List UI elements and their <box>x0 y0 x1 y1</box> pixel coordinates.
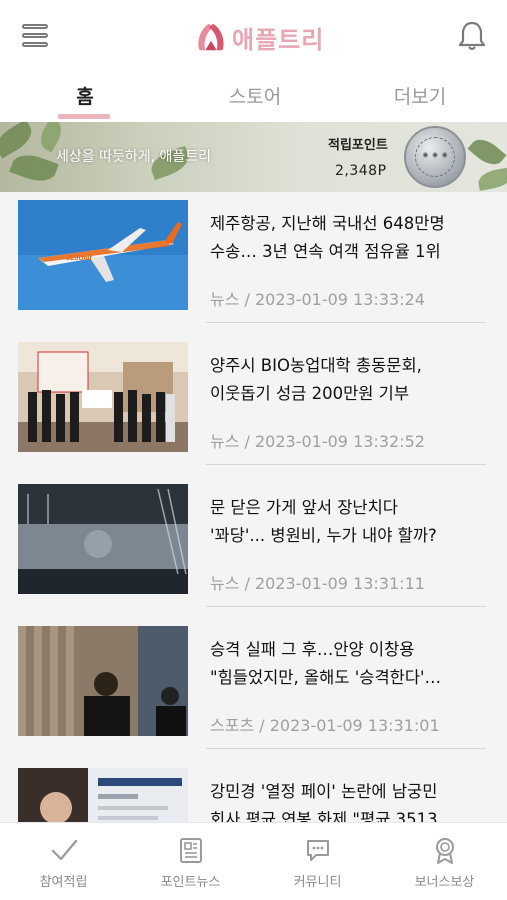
svg-text:JEJUair: JEJUair <box>66 255 92 262</box>
news-title: 강민경 '열정 페이' 논란에 남궁민 회사 평균 연봉 화제 "평균 3513… <box>210 778 495 822</box>
news-thumbnail: JEJUair <box>18 200 188 310</box>
news-item[interactable]: JEJUair 제주항공, 지난해 국내선 648만명 수송… 3년 연속 여객… <box>0 192 507 334</box>
tab-store[interactable]: 스토어 <box>210 82 300 109</box>
news-title-line: 수송… 3년 연속 여객 점유율 1위 <box>210 242 441 261</box>
divider <box>206 748 486 749</box>
tab-more[interactable]: 더보기 <box>375 82 465 109</box>
apple-tree-logo-icon <box>198 23 224 51</box>
coin-icon: ◉ ◉ ◉ <box>404 126 466 188</box>
nav-participation[interactable]: 참여적립 <box>0 823 127 900</box>
news-list: JEJUair 제주항공, 지난해 국내선 648만명 수송… 3년 연속 여객… <box>0 192 507 822</box>
points-label: 적립포인트 <box>328 138 388 153</box>
nav-label: 포인트뉴스 <box>160 875 221 890</box>
news-meta: 스포츠 / 2023-01-09 13:31:01 <box>210 716 440 735</box>
leaf-decoration <box>467 133 507 171</box>
news-title-line: '꽈당'... 병원비, 누가 내야 할까? <box>210 526 437 545</box>
news-thumbnail <box>18 768 188 822</box>
news-meta: 뉴스 / 2023-01-09 13:33:24 <box>210 290 425 309</box>
award-badge-icon <box>436 838 454 864</box>
nav-label: 참여적립 <box>39 875 88 890</box>
points-banner[interactable]: 세상을 따듯하게, 애플트리 적립포인트 2,348P ◉ ◉ ◉ <box>0 122 507 192</box>
leaf-decoration <box>9 149 59 187</box>
news-title-line: 회사 평균 연봉 화제 "평균 3513… <box>210 810 455 822</box>
hamburger-menu-icon[interactable] <box>18 22 52 50</box>
news-title: 문 닫은 가게 앞서 장난치다 '꽈당'... 병원비, 누가 내야 할까? <box>210 494 495 550</box>
active-tab-indicator <box>58 114 110 119</box>
points-value: 2,348P <box>335 163 387 179</box>
bell-icon[interactable] <box>457 20 487 52</box>
news-thumbnail <box>18 342 188 452</box>
news-meta: 뉴스 / 2023-01-09 13:32:52 <box>210 432 425 451</box>
banner-slogan: 세상을 따듯하게, 애플트리 <box>56 149 212 165</box>
news-title-line: 이웃돕기 성금 200만원 기부 <box>210 384 410 403</box>
news-title: 제주항공, 지난해 국내선 648만명 수송… 3년 연속 여객 점유율 1위 <box>210 210 495 266</box>
news-item[interactable]: 승격 실패 그 후…안양 이창용 "힘들었지만, 올해도 '승격한다'… 스포츠… <box>0 618 507 760</box>
news-item[interactable]: 강민경 '열정 페이' 논란에 남궁민 회사 평균 연봉 화제 "평균 3513… <box>0 760 507 822</box>
news-item[interactable]: 문 닫은 가게 앞서 장난치다 '꽈당'... 병원비, 누가 내야 할까? 뉴… <box>0 476 507 618</box>
divider <box>206 322 486 323</box>
news-title-line: 양주시 BIO농업대학 총동문회, <box>210 356 422 375</box>
news-thumbnail <box>18 484 188 594</box>
app-header: 애플트리 <box>0 0 507 72</box>
checkmark-icon <box>51 839 78 861</box>
chat-icon <box>307 840 329 861</box>
nav-bonus-reward[interactable]: 보너스보상 <box>381 823 507 900</box>
news-title-line: 제주항공, 지난해 국내선 648만명 <box>210 214 445 233</box>
news-title-line: 승격 실패 그 후…안양 이창용 <box>210 640 415 659</box>
nav-point-news[interactable]: 포인트뉴스 <box>127 823 254 900</box>
leaf-decoration <box>0 122 37 159</box>
nav-label: 보너스보상 <box>414 875 475 890</box>
nav-label: 커뮤니티 <box>293 875 342 890</box>
app-logo[interactable]: 애플트리 <box>192 18 324 56</box>
news-title-line: 강민경 '열정 페이' 논란에 남궁민 <box>210 782 438 801</box>
tab-home[interactable]: 홈 <box>55 82 115 109</box>
newspaper-icon <box>180 838 202 863</box>
bottom-navigation: 참여적립 포인트뉴스 커뮤니티 보너스보상 <box>0 822 507 900</box>
news-title: 양주시 BIO농업대학 총동문회, 이웃돕기 성금 200만원 기부 <box>210 352 495 408</box>
news-meta: 뉴스 / 2023-01-09 13:31:11 <box>210 574 425 593</box>
leaf-decoration <box>476 167 507 191</box>
news-title-line: "힘들었지만, 올해도 '승격한다'… <box>210 668 442 687</box>
news-thumbnail <box>18 626 188 736</box>
divider <box>206 464 486 465</box>
main-tabs: 홈 스토어 더보기 <box>0 72 507 120</box>
app-name: 애플트리 <box>232 25 325 54</box>
news-title-line: 문 닫은 가게 앞서 장난치다 <box>210 498 398 517</box>
nav-community[interactable]: 커뮤니티 <box>254 823 381 900</box>
news-item[interactable]: 양주시 BIO농업대학 총동문회, 이웃돕기 성금 200만원 기부 뉴스 / … <box>0 334 507 476</box>
divider <box>206 606 486 607</box>
news-title: 승격 실패 그 후…안양 이창용 "힘들었지만, 올해도 '승격한다'… <box>210 636 495 692</box>
